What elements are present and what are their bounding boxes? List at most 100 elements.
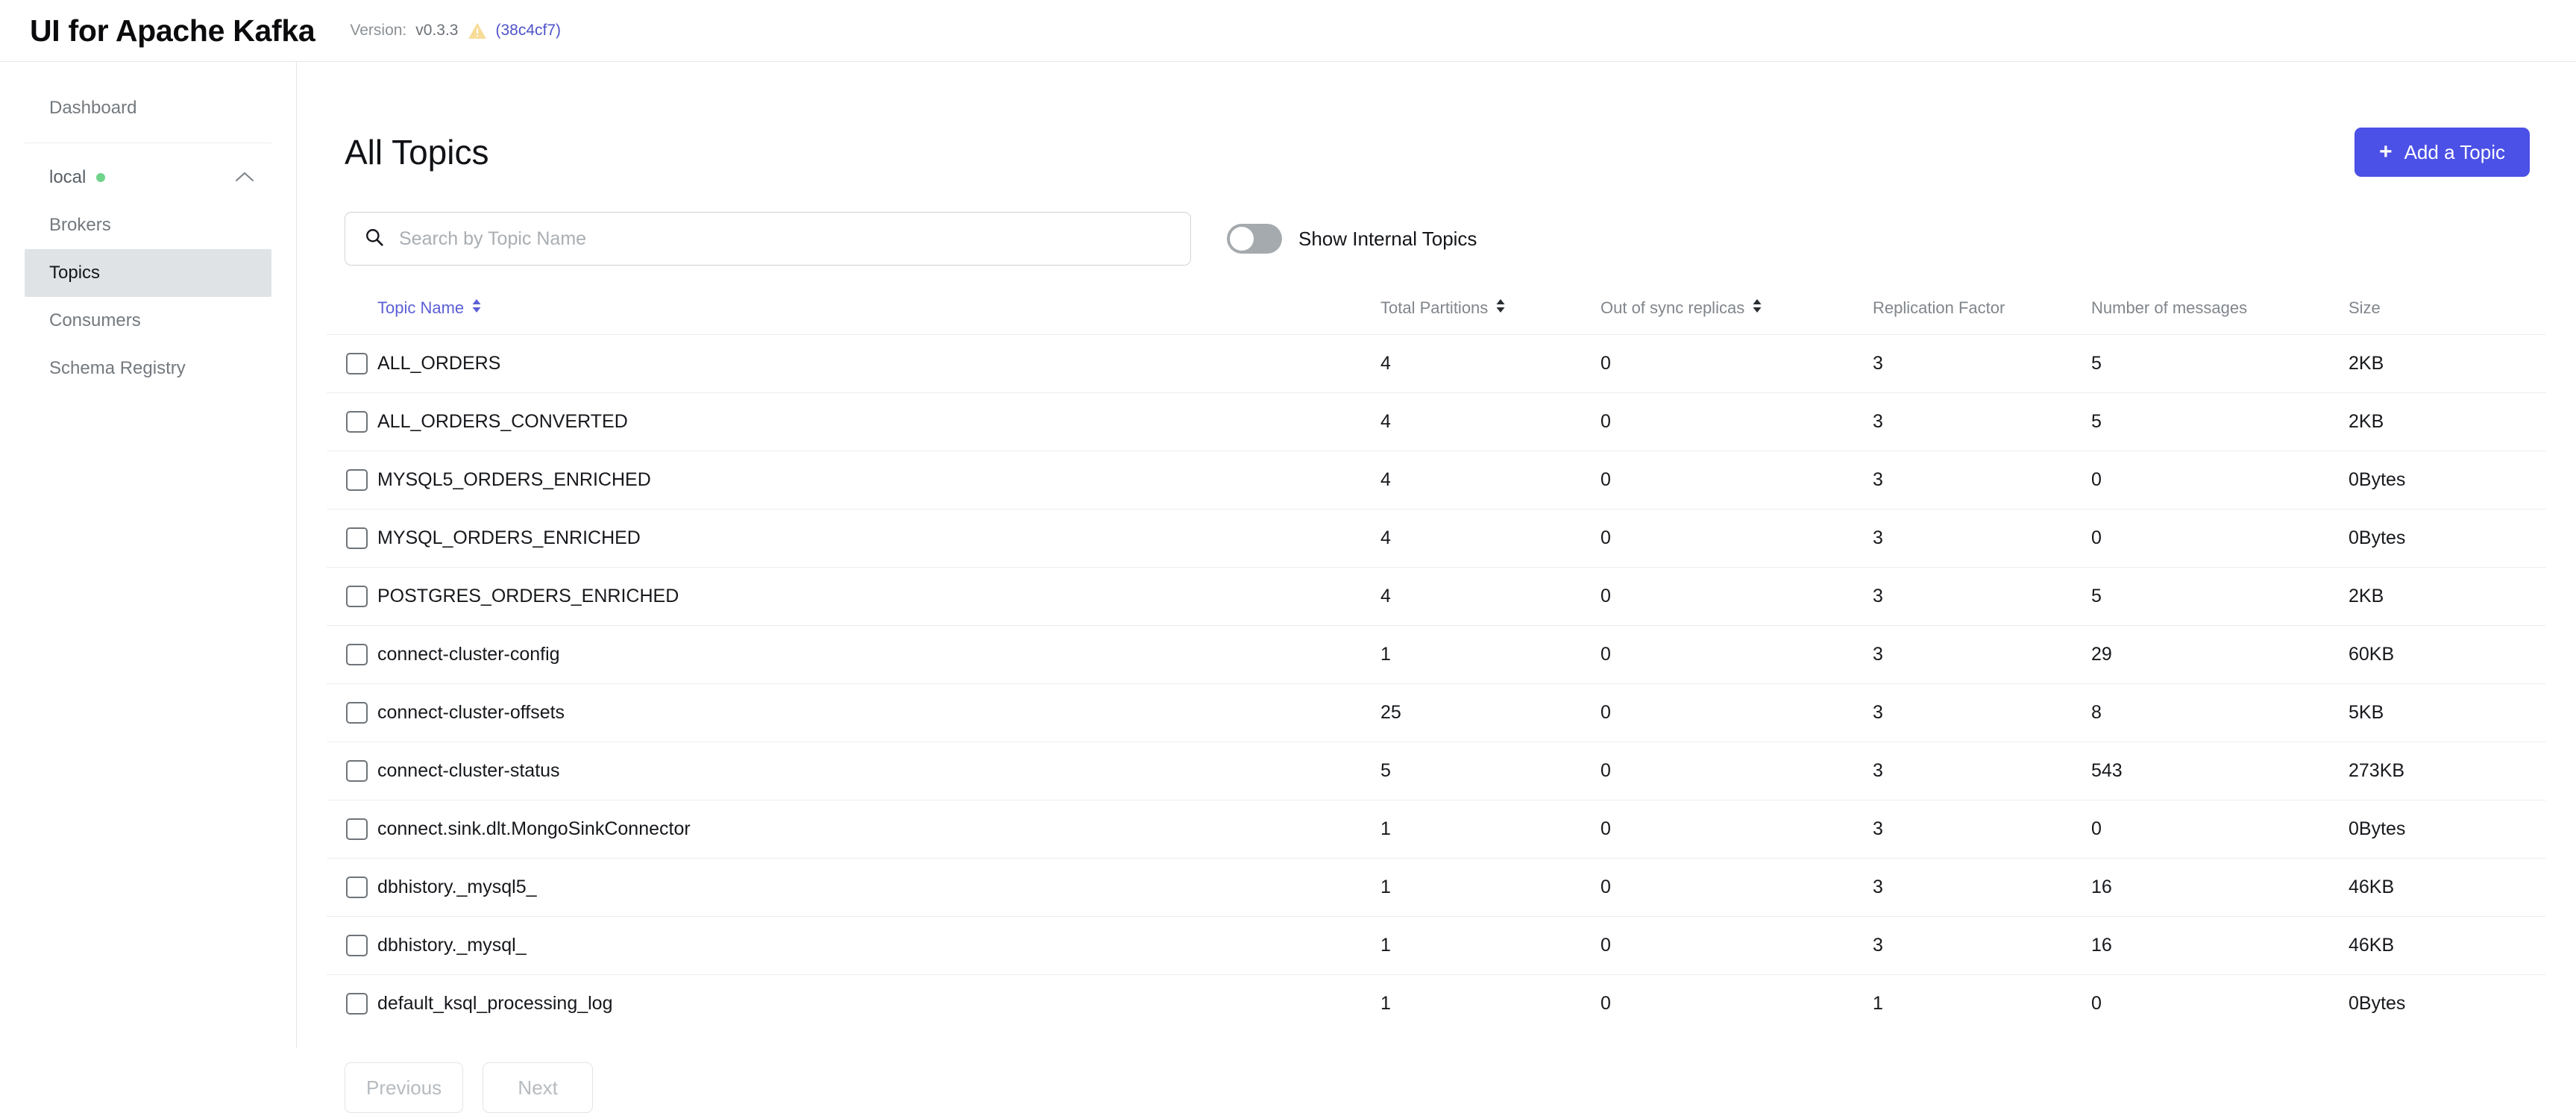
version-label: Version: [350,22,407,39]
th-label: Size [2349,298,2381,317]
previous-page-button[interactable]: Previous [345,1062,464,1113]
sidebar-item-schema-registry[interactable]: Schema Registry [0,345,296,392]
search-box[interactable] [345,212,1191,266]
row-checkbox-cell [327,975,377,1033]
cell-out-of-sync: 0 [1600,586,1611,606]
table-row[interactable]: dbhistory._mysql_ 1 0 3 16 46KB [327,916,2546,975]
cell-size: 2KB [2349,586,2384,606]
row-checkbox-cell [327,451,377,510]
row-checkbox[interactable] [346,877,368,898]
cell-replication-factor: 3 [1873,935,1883,956]
add-topic-button[interactable]: + Add a Topic [2354,128,2530,177]
cell-replication-factor: 3 [1873,818,1883,839]
row-checkbox[interactable] [346,353,368,374]
th-label: Replication Factor [1873,298,2005,317]
cell-total-partitions: 1 [1380,644,1391,665]
cell-out-of-sync: 0 [1600,935,1611,956]
row-checkbox[interactable] [346,644,368,665]
row-checkbox[interactable] [346,818,368,840]
sort-icon[interactable] [1752,298,1762,318]
table-row[interactable]: dbhistory._mysql5_ 1 0 3 16 46KB [327,858,2546,917]
sidebar-item-topics[interactable]: Topics [25,249,271,297]
cell-total-partitions: 4 [1380,586,1391,606]
th-topic-name[interactable]: Topic Name [377,298,1380,335]
sidebar-item-brokers[interactable]: Brokers [0,201,296,249]
sort-icon[interactable] [1495,298,1506,318]
table-row[interactable]: connect-cluster-config 1 0 3 29 60KB [327,625,2546,684]
row-checkbox[interactable] [346,993,368,1015]
table-row[interactable]: default_ksql_processing_log 1 0 1 0 0Bytes [327,974,2546,1033]
sidebar-item-label: Schema Registry [49,358,186,378]
th-label: Topic Name [377,298,465,317]
cell-topic-name: connect-cluster-status [377,760,560,781]
row-checkbox[interactable] [346,702,368,724]
cell-size: 5KB [2349,702,2384,723]
cell-number-of-messages: 543 [2091,760,2123,781]
commit-hash-link[interactable]: (38c4cf7) [496,22,562,40]
page-body: Dashboard local Brokers Topics Consumers… [0,62,2576,1113]
table-row[interactable]: connect-cluster-offsets 25 0 3 8 5KB [327,683,2546,742]
cell-topic-name: ALL_ORDERS_CONVERTED [377,411,628,432]
cell-out-of-sync: 0 [1600,469,1611,490]
cell-number-of-messages: 16 [2091,877,2112,897]
sidebar-item-consumers[interactable]: Consumers [0,297,296,345]
sidebar-item-dashboard[interactable]: Dashboard [0,84,296,132]
table-body: ALL_ORDERS 4 0 3 5 2KB ALL_ORDERS_CONVERTED 4 0 3… [327,334,2546,1033]
row-checkbox-cell [327,742,377,800]
cell-number-of-messages: 0 [2091,527,2102,548]
chevron-up-icon[interactable] [235,167,254,188]
th-total-partitions[interactable]: Total Partitions [1380,298,1600,335]
version-info: Version: v0.3.3 (38c4cf7) [350,22,561,40]
cell-number-of-messages: 0 [2091,469,2102,490]
cell-topic-name: connect-cluster-offsets [377,702,565,723]
row-checkbox[interactable] [346,935,368,956]
table-row[interactable]: MYSQL_ORDERS_ENRICHED 4 0 3 0 0Bytes [327,509,2546,568]
show-internal-topics-toggle[interactable]: Show Internal Topics [1227,224,1477,254]
table-row[interactable]: connect-cluster-status 5 0 3 543 273KB [327,742,2546,800]
th-replication-factor: Replication Factor [1873,298,2091,335]
table-row[interactable]: ALL_ORDERS 4 0 3 5 2KB [327,334,2546,393]
row-checkbox[interactable] [346,411,368,433]
cell-replication-factor: 3 [1873,411,1883,432]
cell-number-of-messages: 5 [2091,353,2102,374]
cell-out-of-sync: 0 [1600,411,1611,432]
sidebar-cluster-local[interactable]: local [0,154,296,201]
cell-size: 2KB [2349,353,2384,374]
table-row[interactable]: POSTGRES_ORDERS_ENRICHED 4 0 3 5 2KB [327,567,2546,626]
cell-topic-name: connect.sink.dlt.MongoSinkConnector [377,818,691,839]
page-title: All Topics [345,133,489,172]
cell-topic-name: ALL_ORDERS [377,353,501,374]
row-checkbox[interactable] [346,760,368,782]
row-checkbox[interactable] [346,586,368,607]
toggle-switch[interactable] [1227,224,1282,254]
table-row[interactable]: ALL_ORDERS_CONVERTED 4 0 3 5 2KB [327,392,2546,451]
table-header-row: Topic Name Total Partitions Out of sync … [327,298,2546,335]
cell-topic-name: default_ksql_processing_log [377,993,613,1014]
cell-number-of-messages: 5 [2091,586,2102,606]
toggle-label: Show Internal Topics [1298,227,1477,250]
th-out-of-sync-replicas[interactable]: Out of sync replicas [1600,298,1873,335]
cell-replication-factor: 3 [1873,644,1883,665]
th-number-of-messages: Number of messages [2091,298,2349,335]
sidebar: Dashboard local Brokers Topics Consumers… [0,62,297,1047]
sort-icon[interactable] [471,298,482,318]
th-label: Number of messages [2091,298,2248,317]
next-page-button[interactable]: Next [483,1062,594,1113]
cell-topic-name: MYSQL5_ORDERS_ENRICHED [377,469,651,490]
row-checkbox-cell [327,684,377,742]
row-checkbox[interactable] [346,527,368,549]
page-header: All Topics + Add a Topic [327,62,2546,177]
table-row[interactable]: MYSQL5_ORDERS_ENRICHED 4 0 3 0 0Bytes [327,451,2546,510]
cell-size: 0Bytes [2349,527,2406,548]
row-checkbox[interactable] [346,469,368,491]
sidebar-divider [25,142,271,143]
cell-total-partitions: 5 [1380,760,1391,781]
cell-topic-name: connect-cluster-config [377,644,560,665]
cell-out-of-sync: 0 [1600,877,1611,897]
cell-out-of-sync: 0 [1600,353,1611,374]
cell-number-of-messages: 29 [2091,644,2112,665]
version-value: v0.3.3 [415,22,459,39]
table-row[interactable]: connect.sink.dlt.MongoSinkConnector 1 0 3 0 0… [327,800,2546,859]
search-input[interactable] [399,228,1171,250]
cell-number-of-messages: 0 [2091,818,2102,839]
